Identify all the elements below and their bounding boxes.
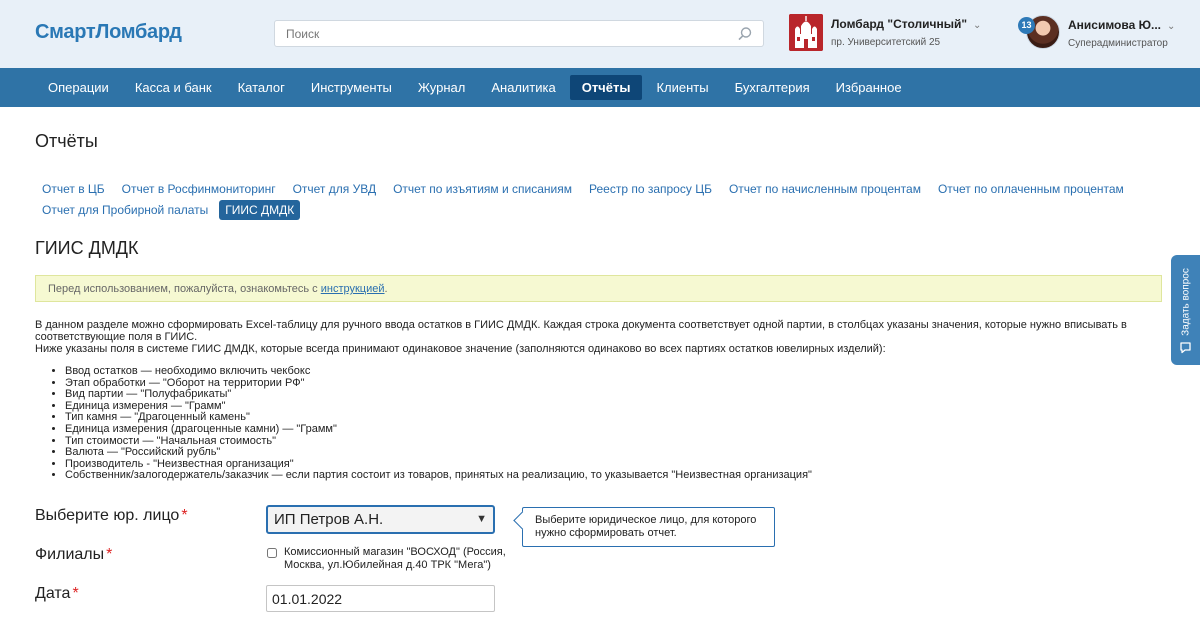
tab-accrued-interest-report[interactable]: Отчет по начисленным процентам (723, 179, 927, 199)
fixed-fields-list: Ввод остатков — необходимо включить чекб… (53, 365, 1153, 482)
description-paragraph: В данном разделе можно сформировать Exce… (35, 319, 1127, 343)
branches-label: Филиалы * (35, 546, 113, 563)
search-icon[interactable] (737, 26, 753, 42)
nav-item-catalog[interactable]: Каталог (226, 75, 297, 100)
entity-dropdown[interactable]: ИП Петров А.Н. (268, 507, 493, 532)
notice-suffix: . (384, 283, 388, 295)
chevron-down-icon: ⌄ (973, 20, 982, 31)
description-paragraph: Ниже указаны поля в системе ГИИС ДМДК, к… (35, 343, 886, 355)
tab-cb-report[interactable]: Отчет в ЦБ (36, 179, 111, 199)
nav-item-cash-bank[interactable]: Касса и банк (123, 75, 224, 100)
report-tabs: Отчет в ЦБ Отчет в Росфинмониторинг Отчет … (36, 179, 1146, 221)
list-item: Единица измерения (драгоценные камни) — … (65, 423, 1153, 436)
tab-paid-interest-report[interactable]: Отчет по оплаченным процентам (932, 179, 1130, 199)
pawnshop-address: пр. Университетский 25 (831, 37, 941, 48)
nav-item-favorites[interactable]: Избранное (824, 75, 914, 100)
required-mark: * (72, 585, 79, 602)
church-icon (789, 14, 823, 51)
entity-select[interactable]: ИП Петров А.Н. ▼ (266, 505, 495, 534)
pawnshop-logo (789, 14, 823, 51)
branch-checkbox[interactable] (267, 548, 277, 558)
user-role: Суперадминистратор (1068, 38, 1168, 49)
tab-rosfinmonitoring-report[interactable]: Отчет в Росфинмониторинг (116, 179, 282, 199)
list-item: Валюта — "Российский рубль" (65, 447, 1153, 459)
top-header: СмартЛомбард Ломбард "Ст (0, 0, 1200, 68)
nav-item-tools[interactable]: Инструменты (299, 75, 404, 100)
entity-label: Выберите юр. лицо * (35, 507, 188, 524)
nav-item-journal[interactable]: Журнал (406, 75, 477, 100)
tab-cb-registry[interactable]: Реестр по запросу ЦБ (583, 179, 718, 199)
nav-item-reports[interactable]: Отчёты (569, 75, 643, 100)
ask-question-tab[interactable]: Задать вопрос (1171, 255, 1200, 365)
pawnshop-name: Ломбард "Столичный" ⌄ (831, 17, 982, 31)
page-title: Отчёты (35, 131, 98, 151)
description: В данном разделе можно сформировать Exce… (35, 319, 1155, 355)
app-logo[interactable]: СмартЛомбард (35, 21, 182, 44)
required-mark: * (106, 546, 113, 563)
required-mark: * (181, 507, 188, 524)
list-item: Собственник/залогодержатель/заказчик — е… (65, 470, 1153, 482)
tab-giis-dmdk[interactable]: ГИИС ДМДК (219, 200, 301, 220)
nav-item-accounting[interactable]: Бухгалтерия (723, 75, 822, 100)
entity-hint-tooltip: Выберите юридическое лицо, для которого … (522, 507, 775, 547)
instruction-notice: Перед использованием, пожалуйста, ознако… (35, 275, 1162, 302)
main-nav: Операции Касса и банк Каталог Инструмент… (0, 68, 1200, 107)
user-name: Анисимова Ю... ⌄ (1068, 18, 1176, 32)
search-input[interactable] (275, 21, 715, 46)
user-menu[interactable]: 13 Анисимова Ю... ⌄ Суперадминистратор (1018, 12, 1198, 56)
nav-item-analytics[interactable]: Аналитика (479, 75, 567, 100)
list-item: Ввод остатков — необходимо включить чекб… (65, 365, 1153, 378)
chat-bubble-icon (1180, 342, 1191, 354)
notice-text: Перед использованием, пожалуйста, ознако… (48, 283, 321, 295)
tab-withdrawals-report[interactable]: Отчет по изъятиям и списаниям (387, 179, 578, 199)
nav-item-clients[interactable]: Клиенты (644, 75, 720, 100)
list-item: Вид партии — "Полуфабрикаты" (65, 389, 1153, 401)
search-box[interactable] (274, 20, 764, 47)
tab-uvd-report[interactable]: Отчет для УВД (287, 179, 383, 199)
list-item: Тип стоимости — "Начальная стоимость" (65, 435, 1153, 448)
branch-option[interactable]: Комиссионный магазин "ВОСХОД" (Россия, М… (267, 546, 527, 571)
date-label: Дата * (35, 585, 79, 602)
branch-label: Комиссионный магазин "ВОСХОД" (Россия, М… (284, 546, 506, 571)
section-title: ГИИС ДМДК (35, 238, 139, 258)
date-field[interactable] (266, 585, 495, 612)
notification-badge[interactable]: 13 (1018, 17, 1035, 34)
tab-assay-chamber-report[interactable]: Отчет для Пробирной палаты (36, 200, 214, 220)
chevron-down-icon: ⌄ (1167, 21, 1176, 32)
nav-item-operations[interactable]: Операции (36, 75, 121, 100)
instruction-link[interactable]: инструкцией (321, 283, 385, 295)
ask-question-label: Задать вопрос (1180, 268, 1192, 336)
